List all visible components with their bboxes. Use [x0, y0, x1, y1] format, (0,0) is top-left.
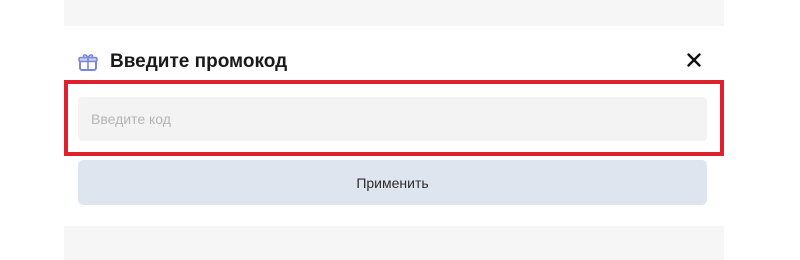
page-background-strip [64, 0, 724, 26]
page-background-strip-bottom [64, 226, 724, 260]
close-button[interactable] [682, 50, 706, 74]
dialog-header: Введите промокод [78, 48, 710, 76]
promo-code-input[interactable] [78, 97, 707, 141]
apply-button[interactable]: Применить [78, 160, 707, 205]
dialog-title: Введите промокод [110, 51, 288, 72]
apply-button-label: Применить [356, 174, 429, 191]
close-icon [686, 52, 702, 73]
gift-icon [78, 52, 98, 72]
promo-code-page: Введите промокод Применить [0, 0, 800, 260]
